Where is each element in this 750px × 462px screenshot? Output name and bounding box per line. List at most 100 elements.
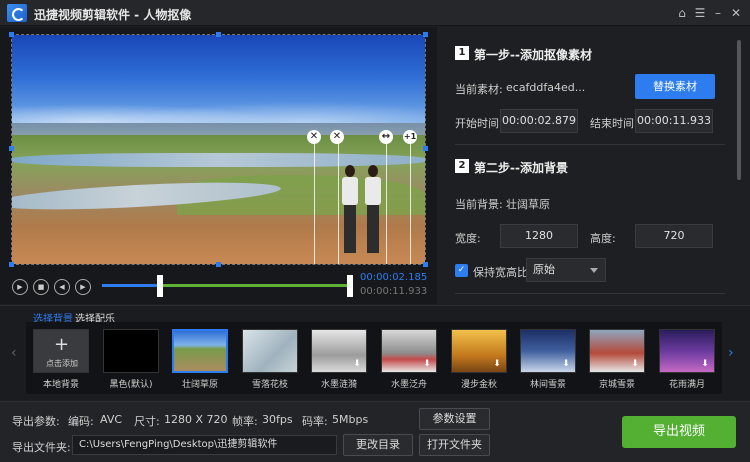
resize-handle[interactable]	[216, 262, 221, 267]
start-time-field[interactable]: 00:00:02.879	[500, 109, 578, 133]
background-label: 林间雪景	[529, 380, 566, 390]
resize-handle[interactable]	[9, 146, 14, 151]
export-folder-label: 导出文件夹:	[12, 441, 71, 454]
background-label: 壮阔草原	[181, 380, 218, 390]
replace-material-button[interactable]: 替换素材	[635, 74, 715, 99]
trim-end-handle[interactable]	[347, 275, 353, 297]
current-material-label: 当前素材:	[455, 83, 503, 96]
overlay-guide-line	[314, 140, 315, 264]
person-head	[368, 165, 378, 177]
person-legs	[367, 205, 379, 253]
video-canvas[interactable]: ✕ ✕ ↔ +1	[11, 34, 426, 265]
start-time-label: 开始时间	[455, 117, 499, 130]
overlay-close-icon[interactable]: ✕	[307, 130, 321, 144]
current-time: 00:00:02.185	[360, 272, 428, 283]
export-folder-path[interactable]: C:\Users\FengPing\Desktop\迅捷剪辑软件	[72, 435, 337, 455]
bitrate-value: 5Mbps	[332, 413, 369, 426]
current-bg-value: 壮阔草原	[506, 198, 550, 211]
plus-icon: +	[54, 334, 70, 355]
background-thumb-golden-autumn[interactable]: ⬇	[451, 329, 507, 373]
download-icon[interactable]: ⬇	[699, 359, 711, 369]
download-icon[interactable]: ⬇	[421, 359, 433, 369]
background-thumb-ink-boat[interactable]: ⬇	[381, 329, 437, 373]
menu-icon[interactable]: ☰	[693, 6, 707, 20]
background-label: 水墨泛舟	[390, 380, 427, 390]
section-divider	[455, 144, 725, 145]
background-label: 水墨涟漪	[320, 380, 357, 390]
overlay-close-icon[interactable]: ✕	[330, 130, 344, 144]
total-time: 00:00:11.933	[360, 286, 428, 297]
background-label: 雪落花枝	[251, 380, 288, 390]
background-thumb-grassland-selected[interactable]	[172, 329, 228, 373]
step2-title: 第二步--添加背景	[474, 161, 568, 175]
overlay-guide-line	[386, 140, 387, 264]
download-icon[interactable]: ⬇	[560, 359, 572, 369]
background-label: 京城雪景	[598, 380, 635, 390]
codec-label: 编码:	[68, 415, 94, 428]
panel-scrollbar[interactable]	[737, 40, 741, 180]
timeline-progress	[102, 284, 160, 287]
resize-handle[interactable]	[216, 32, 221, 37]
width-field[interactable]: 1280	[500, 224, 578, 248]
resize-handle[interactable]	[9, 32, 14, 37]
width-label: 宽度:	[455, 232, 481, 245]
keep-ratio-checkbox[interactable]: ✓	[455, 264, 468, 277]
download-icon[interactable]: ⬇	[491, 359, 503, 369]
step1-title: 第一步--添加抠像素材	[474, 48, 592, 62]
background-thumb-ink-ripple[interactable]: ⬇	[311, 329, 367, 373]
change-directory-button[interactable]: 更改目录	[343, 434, 413, 456]
person-cutout[interactable]	[362, 165, 384, 255]
chevron-left-icon[interactable]: ‹	[11, 345, 17, 361]
person-cutout[interactable]	[339, 165, 361, 255]
bitrate-label: 码率:	[302, 415, 328, 428]
current-bg-label: 当前背景:	[455, 198, 503, 211]
resize-handle[interactable]	[9, 262, 14, 267]
home-icon[interactable]: ⌂	[675, 6, 689, 20]
app-logo-icon	[7, 4, 27, 22]
open-folder-button[interactable]: 打开文件夹	[419, 434, 490, 456]
ratio-dropdown[interactable]: 原始	[526, 258, 606, 282]
size-value: 1280 X 720	[164, 413, 228, 426]
background-label: 黑色(默认)	[109, 380, 153, 390]
end-time-field[interactable]: 00:00:11.933	[635, 109, 713, 133]
step2-number: 2	[455, 159, 469, 173]
local-background-item[interactable]: + 点击添加	[33, 329, 89, 373]
resize-handle[interactable]	[423, 146, 428, 151]
step1-number: 1	[455, 46, 469, 60]
keep-ratio-label: 保持宽高比	[473, 266, 528, 279]
chevron-right-icon[interactable]: ›	[728, 345, 734, 361]
window-title: 迅捷视频剪辑软件 - 人物抠像	[34, 8, 192, 22]
play-icon[interactable]: ▶	[12, 279, 28, 295]
trim-start-handle[interactable]	[157, 275, 163, 297]
current-material-value: ecafddfa4ed...	[506, 81, 586, 94]
fps-value: 30fps	[262, 413, 293, 426]
overlay-guide-line	[410, 140, 411, 264]
resize-handle[interactable]	[423, 32, 428, 37]
next-frame-icon[interactable]: ▶	[75, 279, 91, 295]
download-icon[interactable]: ⬇	[351, 359, 363, 369]
background-thumb-city-snow[interactable]: ⬇	[589, 329, 645, 373]
section-divider	[455, 293, 725, 294]
overlay-flip-icon[interactable]: ↔	[379, 130, 393, 144]
minimize-icon[interactable]: –	[711, 6, 725, 20]
height-field[interactable]: 720	[635, 224, 713, 248]
overlay-add-icon[interactable]: +1	[403, 130, 417, 144]
background-thumb-forest-snow[interactable]: ⬇	[520, 329, 576, 373]
export-params-label: 导出参数:	[12, 415, 60, 428]
background-thumb-black[interactable]	[103, 329, 159, 373]
background-thumb-flower-moon[interactable]: ⬇	[659, 329, 715, 373]
param-settings-button[interactable]: 参数设置	[419, 408, 490, 430]
stop-icon[interactable]: ■	[33, 279, 49, 295]
close-icon[interactable]: ✕	[729, 6, 743, 20]
download-icon[interactable]: ⬇	[629, 359, 641, 369]
person-legs	[344, 205, 356, 253]
height-label: 高度:	[590, 232, 616, 245]
prev-frame-icon[interactable]: ◀	[54, 279, 70, 295]
person-head	[345, 165, 355, 177]
resize-handle[interactable]	[423, 262, 428, 267]
codec-value: AVC	[100, 413, 123, 426]
add-hint: 点击添加	[46, 359, 78, 368]
background-thumb-snow-branch[interactable]	[242, 329, 298, 373]
export-video-button[interactable]: 导出视频	[622, 416, 736, 448]
person-shirt	[365, 177, 381, 205]
